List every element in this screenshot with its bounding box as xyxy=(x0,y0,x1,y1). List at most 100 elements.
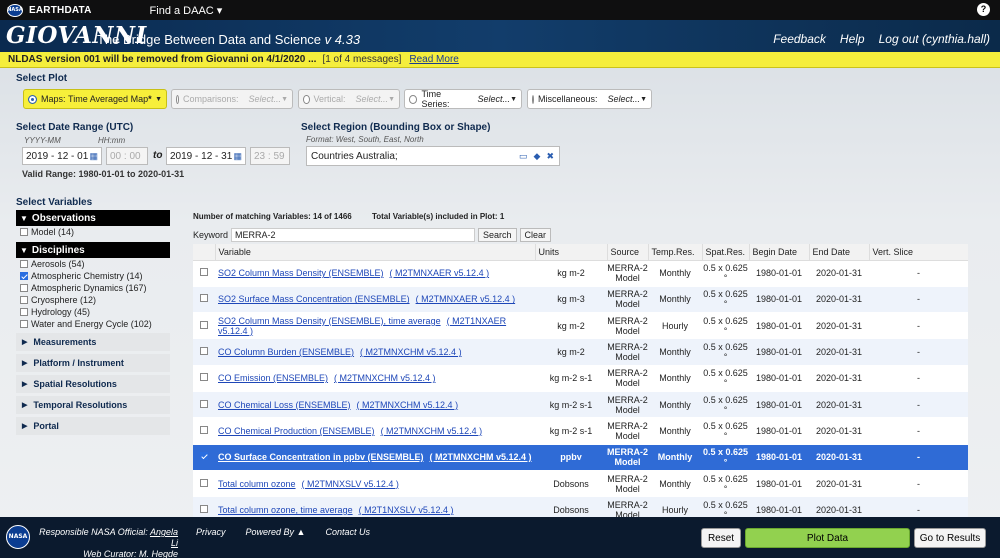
checkbox[interactable] xyxy=(20,308,28,316)
reset-button[interactable]: Reset xyxy=(701,528,741,548)
platform-instrument-section[interactable]: ▶ Platform / Instrument xyxy=(16,354,170,372)
miscellaneous-select[interactable]: Miscellaneous: Select... ▼ xyxy=(527,89,652,109)
product-link[interactable]: ( M2TMNXCHM v5.12.4 ) xyxy=(360,347,462,357)
start-time-input[interactable]: 00 : 00 xyxy=(106,147,148,165)
checkbox[interactable] xyxy=(200,504,208,513)
header-temp-res[interactable]: Temp.Res. xyxy=(648,244,703,261)
variable-link[interactable]: SO2 Column Mass Density (ENSEMBLE) xyxy=(218,268,384,278)
checkbox[interactable] xyxy=(20,320,28,328)
table-row[interactable]: Total column ozone, time average ( M2T1NX… xyxy=(193,496,968,517)
vertical-radio[interactable] xyxy=(303,94,310,104)
product-link[interactable]: ( M2T1NXSLV v5.12.4 ) xyxy=(359,505,454,515)
portal-section[interactable]: ▶ Portal xyxy=(16,417,170,435)
checkbox[interactable] xyxy=(200,399,208,408)
table-row[interactable]: CO Column Burden (ENSEMBLE) ( M2TMNXCHM v… xyxy=(193,338,968,366)
time-series-select[interactable]: Time Series: Select... ▼ xyxy=(404,89,522,109)
product-link[interactable]: ( M2TMNXSLV v5.12.4 ) xyxy=(302,479,399,489)
maps-select[interactable]: Maps: Time Averaged Map * ▼ xyxy=(23,89,167,109)
shape-icon[interactable]: ◆ xyxy=(534,151,541,162)
row-checkbox-cell[interactable] xyxy=(193,444,215,471)
observations-header[interactable]: ▼ Observations xyxy=(16,210,170,226)
row-checkbox-cell[interactable] xyxy=(193,417,215,445)
checkbox[interactable] xyxy=(20,228,28,236)
checkbox-checked[interactable] xyxy=(20,272,28,280)
go-to-results-button[interactable]: Go to Results xyxy=(914,528,986,548)
measurements-section[interactable]: ▶ Measurements xyxy=(16,333,170,351)
checkbox[interactable] xyxy=(200,294,208,303)
checkbox[interactable] xyxy=(200,268,208,277)
time-series-radio[interactable] xyxy=(409,94,418,104)
product-link[interactable]: ( M2TMNXCHM v5.12.4 ) xyxy=(381,426,483,436)
checkbox[interactable] xyxy=(200,478,208,487)
variable-link[interactable]: SO2 Column Mass Density (ENSEMBLE), time… xyxy=(218,316,441,326)
feedback-link[interactable]: Feedback xyxy=(773,32,826,46)
calendar-icon[interactable]: ▦ xyxy=(233,151,242,162)
checkbox[interactable] xyxy=(200,320,208,329)
vertical-select[interactable]: Vertical: Select... ▼ xyxy=(298,89,400,109)
product-link[interactable]: ( M2TMNXAER v5.12.4 ) xyxy=(416,294,516,304)
facet-aerosols[interactable]: Aerosols (54) xyxy=(16,258,170,270)
row-checkbox-cell[interactable] xyxy=(193,496,215,517)
earthdata-logo[interactable]: EARTHDATA xyxy=(29,5,92,16)
header-begin-date[interactable]: Begin Date xyxy=(749,244,810,261)
read-more-link[interactable]: Read More xyxy=(409,54,458,65)
checkbox[interactable] xyxy=(20,284,28,292)
checkbox[interactable] xyxy=(200,347,208,356)
facet-atmospheric-dynamics[interactable]: Atmospheric Dynamics (167) xyxy=(16,282,170,294)
keyword-input[interactable]: MERRA-2 xyxy=(231,228,476,242)
facet-atmospheric-chemistry[interactable]: Atmospheric Chemistry (14) xyxy=(16,270,170,282)
facet-hydrology[interactable]: Hydrology (45) xyxy=(16,306,170,318)
powered-by-link[interactable]: Powered By ▲ xyxy=(246,527,306,537)
product-link[interactable]: ( M2TMNXCHM v5.12.4 ) xyxy=(430,452,532,462)
start-date-input[interactable]: 2019 - 12 - 01 ▦ xyxy=(22,147,102,165)
table-row[interactable]: Total column ozone ( M2TMNXSLV v5.12.4 ) D… xyxy=(193,470,968,498)
header-source[interactable]: Source xyxy=(607,244,649,261)
table-row[interactable]: SO2 Column Mass Density (ENSEMBLE), time… xyxy=(193,312,968,340)
row-checkbox-cell[interactable] xyxy=(193,365,215,392)
row-checkbox-cell[interactable] xyxy=(193,260,215,287)
table-row[interactable]: CO Chemical Loss (ENSEMBLE) ( M2TMNXCHM v… xyxy=(193,391,968,419)
miscellaneous-radio[interactable] xyxy=(532,94,535,104)
row-checkbox-cell[interactable] xyxy=(193,338,215,366)
product-link[interactable]: ( M2TMNXAER v5.12.4 ) xyxy=(390,268,490,278)
variable-link[interactable]: CO Chemical Loss (ENSEMBLE) xyxy=(218,400,351,410)
product-link[interactable]: ( M2TMNXCHM v5.12.4 ) xyxy=(334,373,436,383)
checkbox-checked[interactable] xyxy=(200,452,208,461)
table-row[interactable]: SO2 Column Mass Density (ENSEMBLE) ( M2TM… xyxy=(193,260,968,287)
variable-link[interactable]: CO Chemical Production (ENSEMBLE) xyxy=(218,426,375,436)
header-end-date[interactable]: End Date xyxy=(809,244,870,261)
search-button[interactable]: Search xyxy=(478,228,517,242)
comparisons-radio[interactable] xyxy=(176,94,180,104)
checkbox[interactable] xyxy=(200,373,208,382)
facet-water-energy-cycle[interactable]: Water and Energy Cycle (102) xyxy=(16,318,170,330)
facet-cryosphere[interactable]: Cryosphere (12) xyxy=(16,294,170,306)
logout-link[interactable]: Log out (cynthia.hall) xyxy=(879,32,990,46)
facet-model[interactable]: Model (14) xyxy=(16,226,170,238)
help-link[interactable]: Help xyxy=(840,32,865,46)
product-link[interactable]: ( M2TMNXCHM v5.12.4 ) xyxy=(357,400,459,410)
variable-link[interactable]: CO Emission (ENSEMBLE) xyxy=(218,373,328,383)
checkbox[interactable] xyxy=(20,260,28,268)
help-icon[interactable]: ? xyxy=(977,3,990,16)
plot-data-button[interactable]: Plot Data xyxy=(745,528,910,548)
variable-link[interactable]: CO Surface Concentration in ppbv (ENSEMB… xyxy=(218,452,424,462)
region-input[interactable]: Countries Australia; ▭ ◆ ✖ xyxy=(306,146,560,166)
variable-link[interactable]: Total column ozone, time average xyxy=(218,505,353,515)
table-row[interactable]: CO Chemical Production (ENSEMBLE) ( M2TMN… xyxy=(193,417,968,445)
maps-radio[interactable] xyxy=(28,94,37,104)
find-daac-menu[interactable]: Find a DAAC ▾ xyxy=(150,4,223,17)
nasa-logo[interactable]: NASA xyxy=(7,3,23,17)
header-vert-slice[interactable]: Vert. Slice xyxy=(869,244,968,261)
variable-link[interactable]: CO Column Burden (ENSEMBLE) xyxy=(218,347,354,357)
privacy-link[interactable]: Privacy xyxy=(196,527,226,537)
curator-link[interactable]: M. Hegde xyxy=(139,549,178,558)
temporal-resolutions-section[interactable]: ▶ Temporal Resolutions xyxy=(16,396,170,414)
row-checkbox-cell[interactable] xyxy=(193,286,215,314)
disciplines-header[interactable]: ▼ Disciplines xyxy=(16,242,170,258)
checkbox[interactable] xyxy=(200,425,208,434)
comparisons-select[interactable]: Comparisons: Select... ▼ xyxy=(171,89,293,109)
variable-link[interactable]: SO2 Surface Mass Concentration (ENSEMBLE… xyxy=(218,294,410,304)
header-variable[interactable]: Variable xyxy=(215,244,536,261)
clear-button[interactable]: Clear xyxy=(519,228,552,242)
header-units[interactable]: Units xyxy=(535,244,608,261)
